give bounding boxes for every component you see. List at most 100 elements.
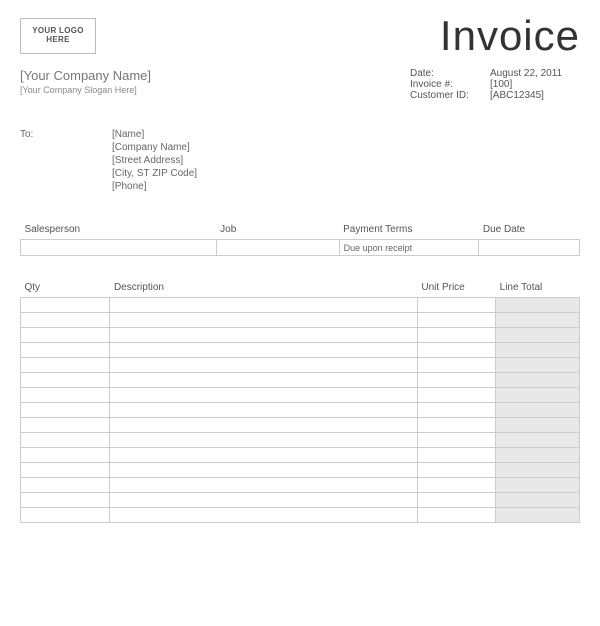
cell-qty[interactable] — [21, 448, 110, 463]
cell-unit-price[interactable] — [417, 418, 495, 433]
cell-line-total[interactable] — [496, 343, 580, 358]
invoice-meta: Date: August 22, 2011 Invoice #: [100] C… — [410, 68, 580, 101]
cell-description[interactable] — [110, 373, 417, 388]
cell-qty[interactable] — [21, 298, 110, 313]
cell-qty[interactable] — [21, 508, 110, 523]
cell-description[interactable] — [110, 388, 417, 403]
cell-job[interactable] — [216, 240, 339, 256]
cell-line-total[interactable] — [496, 508, 580, 523]
cell-description[interactable] — [110, 508, 417, 523]
cell-unit-price[interactable] — [417, 358, 495, 373]
cell-description[interactable] — [110, 448, 417, 463]
cell-description[interactable] — [110, 433, 417, 448]
cell-qty[interactable] — [21, 328, 110, 343]
header-line-total: Line Total — [496, 278, 580, 298]
cell-qty[interactable] — [21, 463, 110, 478]
header-salesperson: Salesperson — [21, 220, 217, 240]
cell-qty[interactable] — [21, 493, 110, 508]
header-job: Job — [216, 220, 339, 240]
cell-description[interactable] — [110, 403, 417, 418]
line-item-row — [21, 373, 580, 388]
cell-unit-price[interactable] — [417, 373, 495, 388]
cell-qty[interactable] — [21, 358, 110, 373]
line-item-row — [21, 298, 580, 313]
cell-line-total[interactable] — [496, 463, 580, 478]
header-description: Description — [110, 278, 417, 298]
company-block: [Your Company Name] [Your Company Slogan… — [20, 68, 151, 101]
line-item-row — [21, 448, 580, 463]
cell-qty[interactable] — [21, 343, 110, 358]
cell-payment-terms[interactable]: Due upon receipt — [339, 240, 479, 256]
bill-to-label: To: — [20, 129, 112, 194]
cell-description[interactable] — [110, 358, 417, 373]
bill-to-company: [Company Name] — [112, 142, 197, 153]
cell-line-total[interactable] — [496, 373, 580, 388]
cell-unit-price[interactable] — [417, 328, 495, 343]
cell-description[interactable] — [110, 298, 417, 313]
line-item-row — [21, 343, 580, 358]
cell-qty[interactable] — [21, 388, 110, 403]
cell-line-total[interactable] — [496, 418, 580, 433]
line-item-row — [21, 493, 580, 508]
line-item-row — [21, 328, 580, 343]
line-item-row — [21, 478, 580, 493]
cell-description[interactable] — [110, 313, 417, 328]
line-item-row — [21, 433, 580, 448]
cell-description[interactable] — [110, 493, 417, 508]
bill-to-block: To: [Name] [Company Name] [Street Addres… — [20, 129, 580, 194]
bill-to-street: [Street Address] — [112, 155, 197, 166]
cell-qty[interactable] — [21, 418, 110, 433]
cell-due-date[interactable] — [479, 240, 580, 256]
cell-qty[interactable] — [21, 433, 110, 448]
line-item-row — [21, 358, 580, 373]
cell-unit-price[interactable] — [417, 448, 495, 463]
cell-unit-price[interactable] — [417, 343, 495, 358]
cell-line-total[interactable] — [496, 403, 580, 418]
cell-qty[interactable] — [21, 478, 110, 493]
header-qty: Qty — [21, 278, 110, 298]
cell-qty[interactable] — [21, 313, 110, 328]
cell-unit-price[interactable] — [417, 298, 495, 313]
cell-line-total[interactable] — [496, 298, 580, 313]
cell-salesperson[interactable] — [21, 240, 217, 256]
cell-unit-price[interactable] — [417, 478, 495, 493]
meta-date-value: August 22, 2011 — [490, 68, 580, 79]
meta-invoice-no-label: Invoice #: — [410, 79, 490, 90]
bill-to-phone: [Phone] — [112, 181, 197, 192]
cell-unit-price[interactable] — [417, 403, 495, 418]
cell-line-total[interactable] — [496, 388, 580, 403]
cell-description[interactable] — [110, 463, 417, 478]
cell-qty[interactable] — [21, 403, 110, 418]
cell-unit-price[interactable] — [417, 388, 495, 403]
logo-placeholder: YOUR LOGO HERE — [20, 18, 96, 54]
cell-line-total[interactable] — [496, 493, 580, 508]
cell-line-total[interactable] — [496, 433, 580, 448]
line-item-row — [21, 388, 580, 403]
cell-line-total[interactable] — [496, 358, 580, 373]
meta-date-label: Date: — [410, 68, 490, 79]
cell-line-total[interactable] — [496, 328, 580, 343]
cell-line-total[interactable] — [496, 478, 580, 493]
cell-unit-price[interactable] — [417, 313, 495, 328]
cell-line-total[interactable] — [496, 448, 580, 463]
cell-unit-price[interactable] — [417, 433, 495, 448]
cell-line-total[interactable] — [496, 313, 580, 328]
cell-unit-price[interactable] — [417, 508, 495, 523]
line-item-row — [21, 403, 580, 418]
cell-description[interactable] — [110, 478, 417, 493]
invoice-header: YOUR LOGO HERE Invoice — [20, 18, 580, 60]
cell-unit-price[interactable] — [417, 463, 495, 478]
bill-to-name: [Name] — [112, 129, 197, 140]
bill-to-city: [City, ST ZIP Code] — [112, 168, 197, 179]
meta-customer-id-value: [ABC12345] — [490, 90, 580, 101]
line-item-row — [21, 508, 580, 523]
line-item-row — [21, 418, 580, 433]
job-info-table: Salesperson Job Payment Terms Due Date D… — [20, 220, 580, 256]
header-payment-terms: Payment Terms — [339, 220, 479, 240]
cell-description[interactable] — [110, 418, 417, 433]
cell-description[interactable] — [110, 343, 417, 358]
cell-qty[interactable] — [21, 373, 110, 388]
company-slogan: [Your Company Slogan Here] — [20, 85, 151, 95]
cell-description[interactable] — [110, 328, 417, 343]
cell-unit-price[interactable] — [417, 493, 495, 508]
